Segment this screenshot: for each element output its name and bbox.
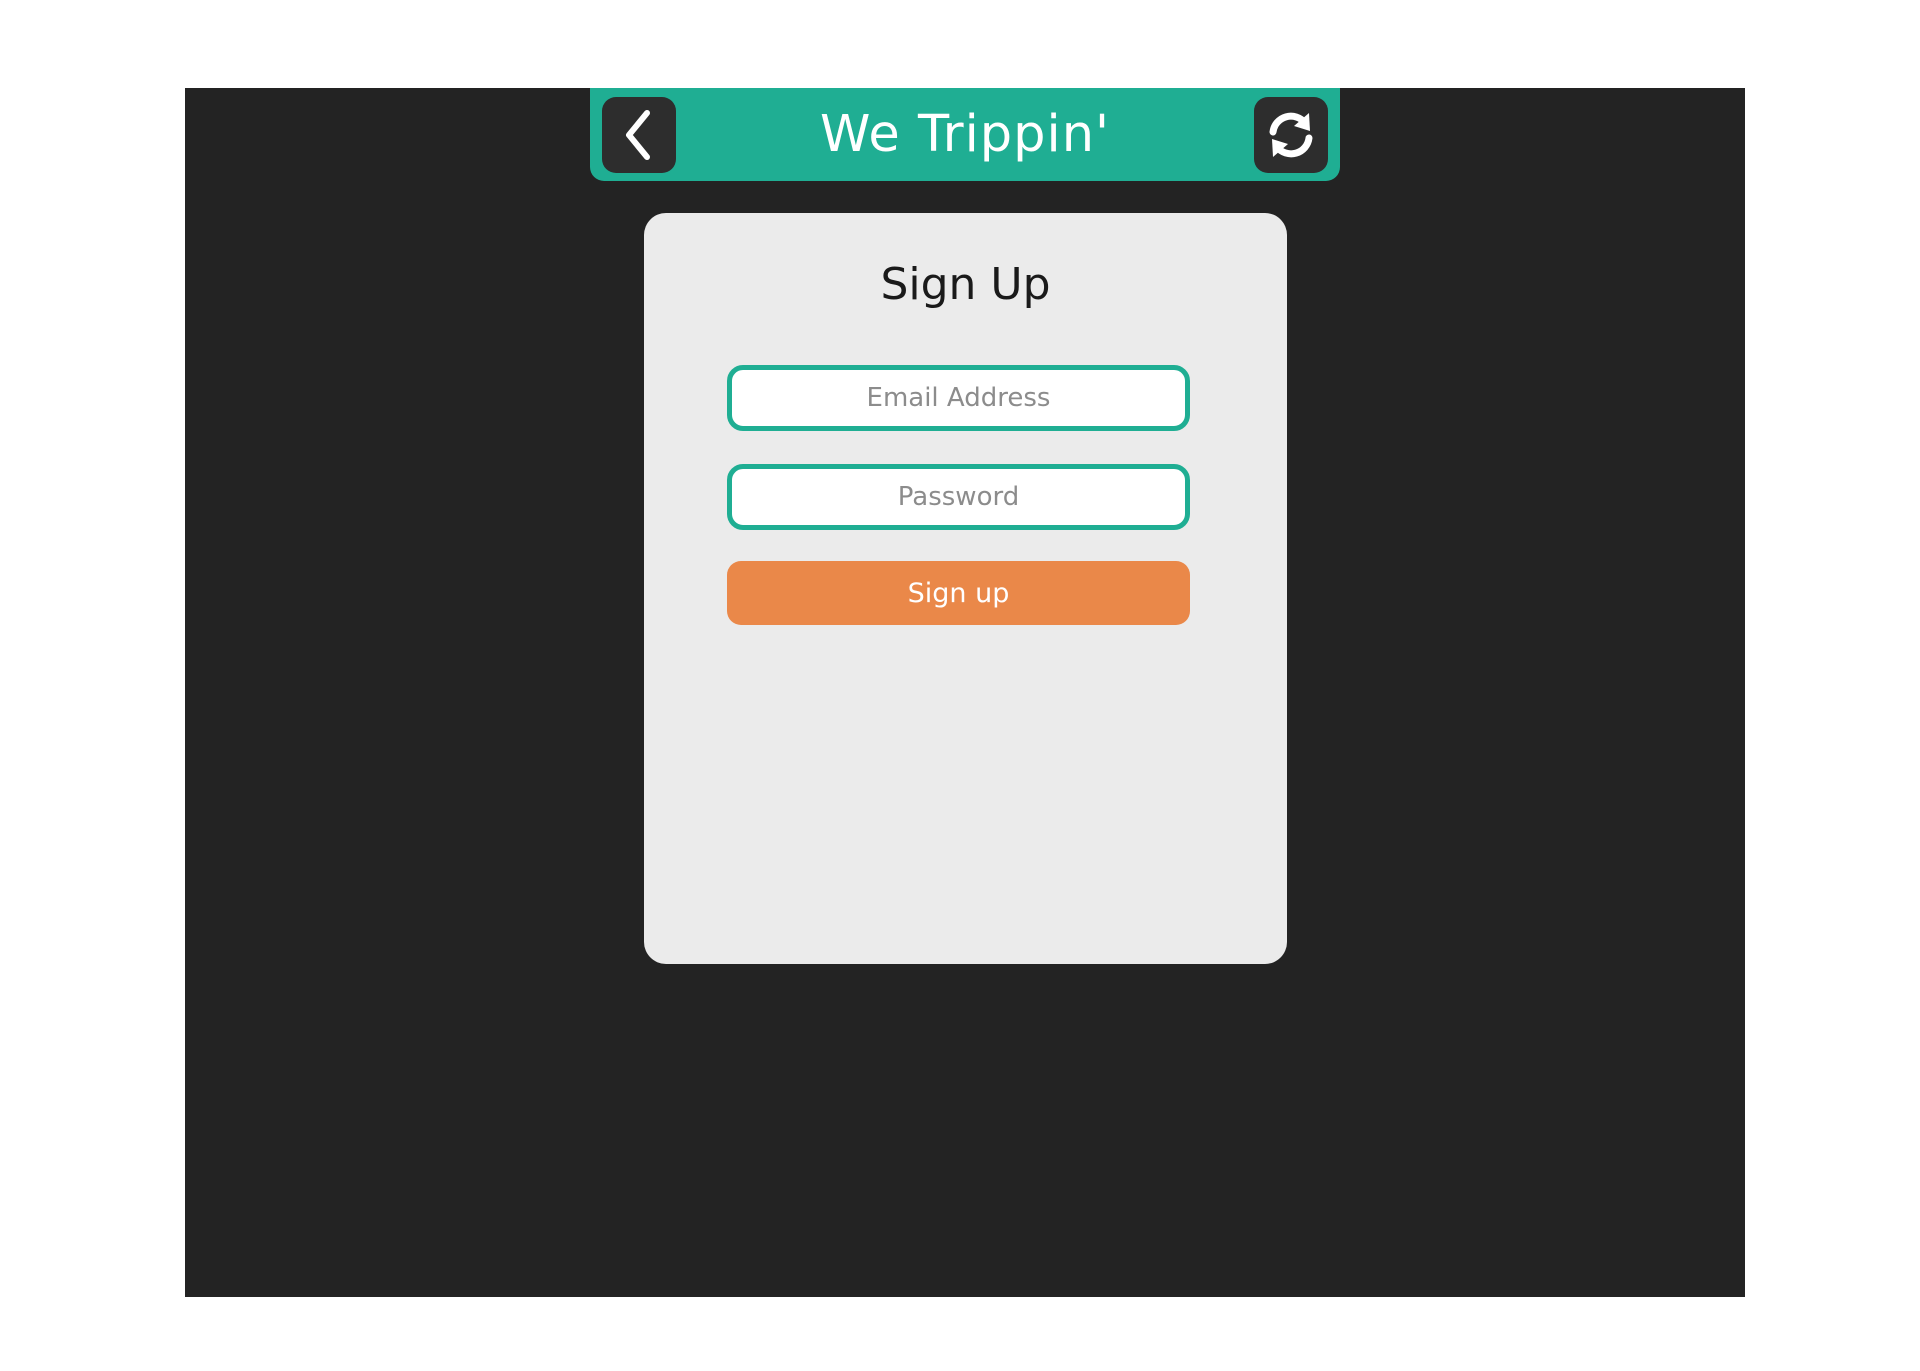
header-bar: We Trippin' <box>590 88 1340 181</box>
email-field[interactable] <box>727 365 1190 431</box>
refresh-button[interactable] <box>1254 96 1328 173</box>
chevron-left-icon <box>626 109 650 160</box>
app-window: We Trippin' Sign Up Sign up <box>185 88 1745 1297</box>
signup-card: Sign Up Sign up <box>644 213 1287 964</box>
signup-heading: Sign Up <box>880 259 1051 310</box>
back-button[interactable] <box>602 96 676 173</box>
signup-button[interactable]: Sign up <box>727 561 1190 625</box>
app-title: We Trippin' <box>819 105 1111 164</box>
password-field[interactable] <box>727 464 1190 530</box>
refresh-icon <box>1269 112 1313 157</box>
